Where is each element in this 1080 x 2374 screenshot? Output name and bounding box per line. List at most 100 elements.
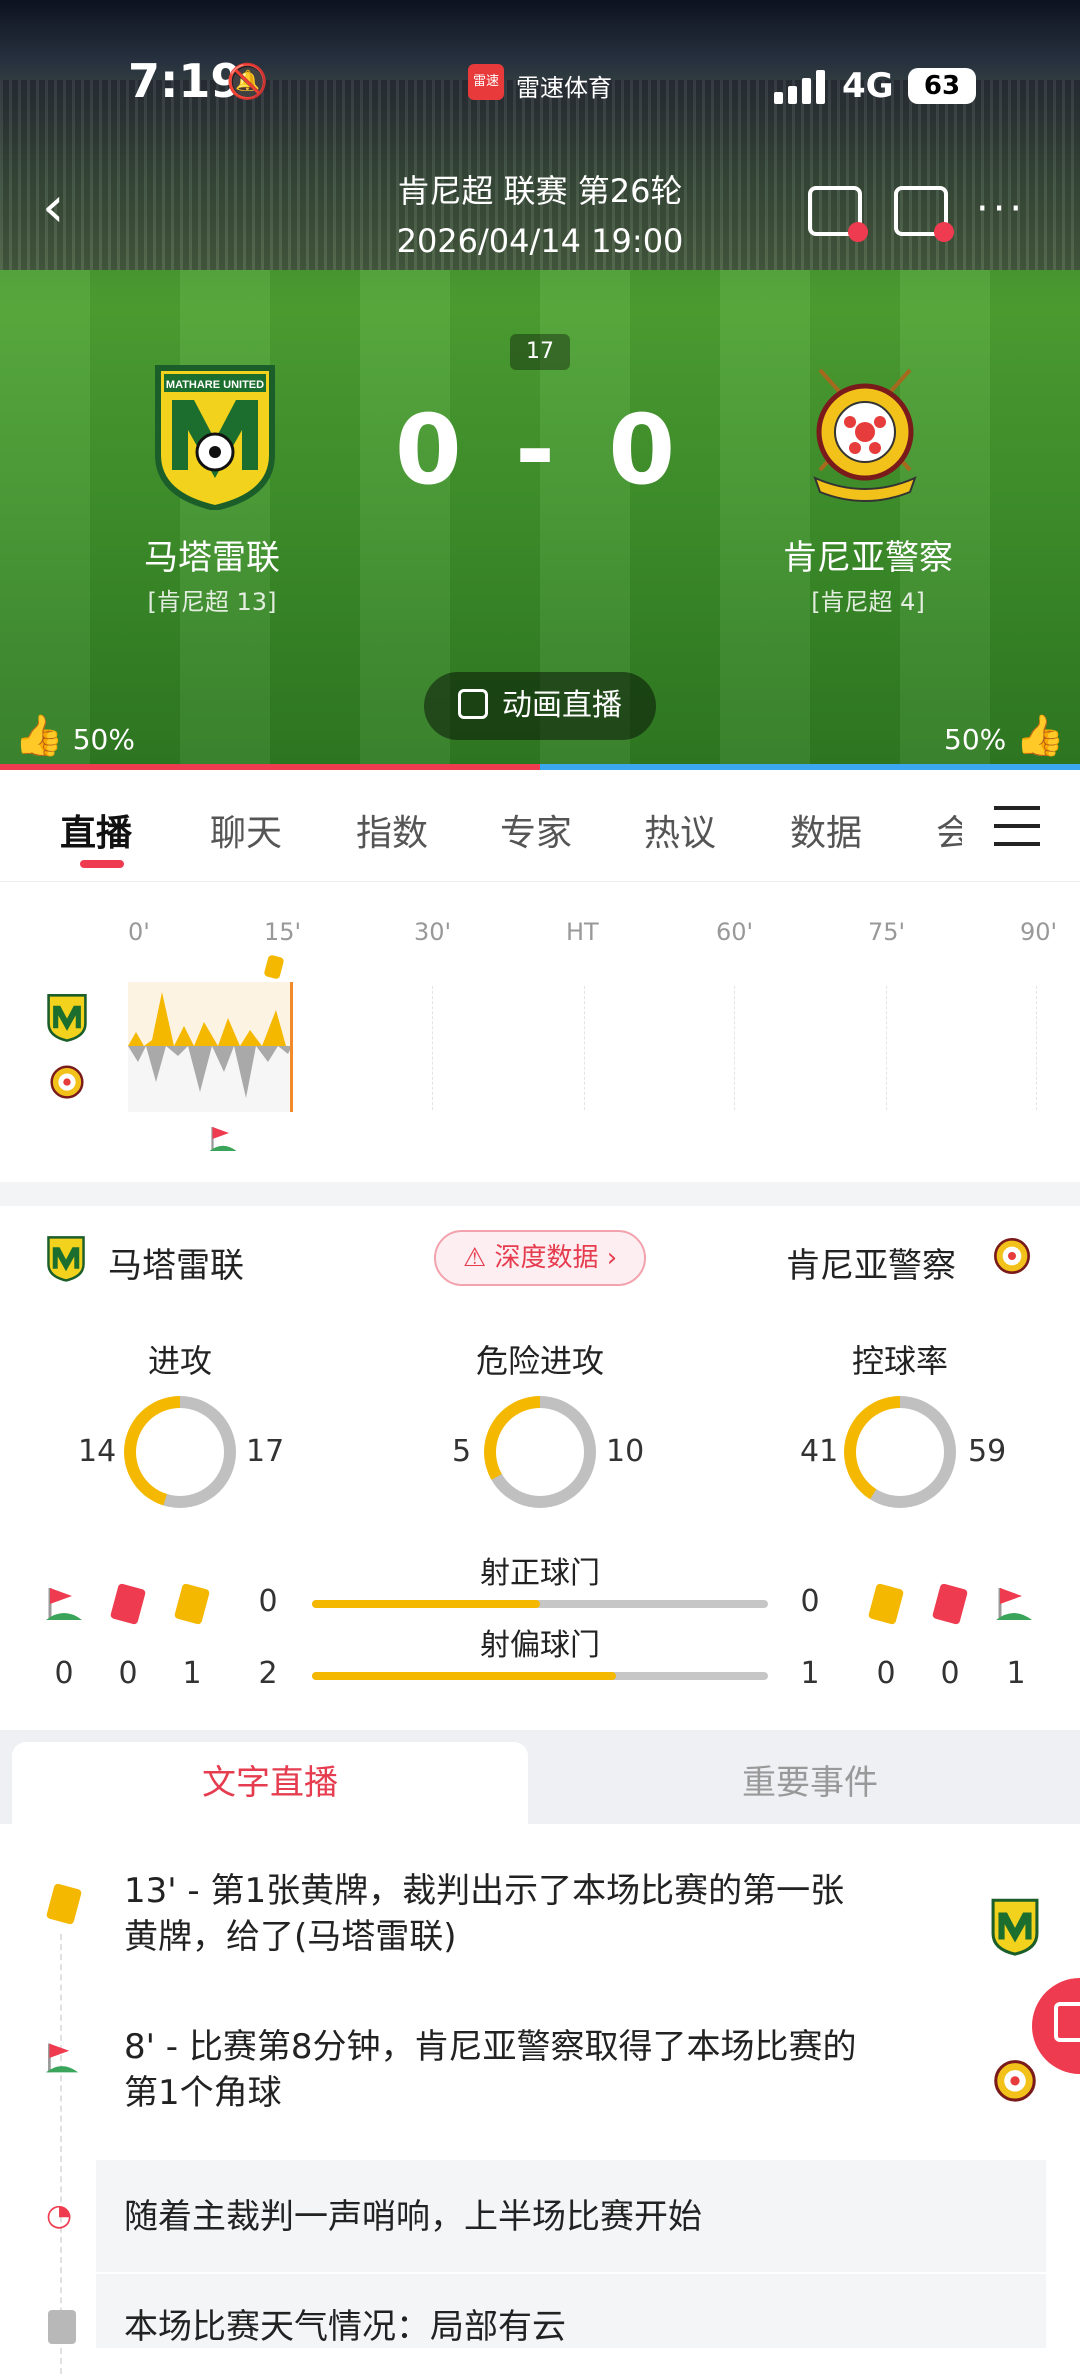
dangerous-attack-away-value: 10 [606, 1434, 645, 1469]
shots-off-target-away: 1 [800, 1656, 820, 1691]
home-team-name[interactable]: 马塔雷联 [62, 530, 362, 579]
live-feed: 13' - 第1张黄牌，裁判出示了本场比赛的第一张 黄牌，给了(马塔雷联) 8'… [0, 1824, 1080, 2374]
away-team-small-logo [50, 1065, 84, 1099]
home-vote-percent: 50% [72, 723, 135, 756]
timeline-gridline [886, 986, 887, 1110]
tab-more-truncated[interactable]: 会 [936, 804, 962, 856]
possession-title: 控球率 [851, 1342, 948, 1380]
away-team-name[interactable]: 肯尼亚警察 [718, 530, 1018, 579]
animation-live-button[interactable]: 动画直播 [424, 672, 656, 740]
away-team-feed-logo [994, 2060, 1036, 2102]
score-separator: - [515, 394, 565, 506]
animation-live-label: 动画直播 [502, 688, 622, 723]
home-team-rank: [肯尼超 13] [147, 588, 277, 616]
home-vote[interactable]: 👍 50% [14, 712, 135, 759]
momentum-chart [128, 982, 293, 1112]
stats-away-team: 肯尼亚警察 [786, 1246, 956, 1286]
shots-on-target-bar [312, 1600, 768, 1608]
feed-item-line: 13' - 第1张黄牌，裁判出示了本场比赛的第一张 [124, 1871, 845, 1911]
home-corners-count: 0 [54, 1656, 74, 1691]
shots-on-target-label: 射正球门 [480, 1556, 600, 1591]
corner-flag-icon [996, 1588, 1032, 1620]
timeline-label: HT [566, 918, 599, 946]
feed-item: 本场比赛天气情况：局部有云 [124, 2307, 566, 2347]
mute-bell-icon: 🔕 [226, 62, 269, 102]
attack-away-value: 17 [246, 1434, 285, 1469]
tab-chat[interactable]: 聊天 [210, 804, 282, 856]
away-yellow-count: 0 [876, 1656, 896, 1691]
whistle-icon: ◔ [46, 2198, 73, 2233]
vote-bar [0, 764, 1080, 770]
timeline-label: 30' [414, 918, 452, 946]
shots-on-target-fill [312, 1600, 540, 1608]
possession-home-value: 41 [800, 1434, 839, 1469]
possession-donut [844, 1396, 956, 1508]
away-vote[interactable]: 50% 👍 [944, 712, 1065, 759]
match-header: 7:19 🔕 雷速 雷速体育 4G 63 ‹ 肯尼超 联赛 第26轮 2026/… [0, 0, 1080, 770]
feed-item-line: 8' - 比赛第8分钟，肯尼亚警察取得了本场比赛的 [124, 2027, 857, 2067]
match-timeline: 0' 15' 30' HT 60' 75' 90' [0, 882, 1080, 1182]
tab-data[interactable]: 数据 [790, 804, 862, 856]
battery-icon: 63 [908, 68, 976, 104]
feed-item-line: 黄牌，给了(马塔雷联) [124, 1917, 457, 1957]
feed-timeline-line [60, 1934, 62, 2374]
menu-icon[interactable] [994, 806, 1040, 846]
chevron-right-icon: › [606, 1243, 618, 1273]
timeline-label: 90' [1020, 918, 1058, 946]
shots-on-target-home: 0 [258, 1584, 278, 1619]
away-score: 0 [608, 394, 686, 506]
feed-item: 8' - 比赛第8分钟，肯尼亚警察取得了本场比赛的 第1个角球 [124, 2024, 857, 2116]
more-icon[interactable]: ··· [976, 186, 1026, 232]
away-vote-percent: 50% [944, 723, 1007, 756]
attack-title: 进攻 [147, 1342, 212, 1380]
thumbs-up-icon: 👍 [1015, 713, 1065, 759]
section-divider [0, 1182, 1080, 1206]
app-logo-icon: 雷速 [468, 64, 504, 100]
feed-item-line: 第1个角球 [124, 2073, 282, 2113]
signal-icon [774, 70, 826, 104]
timeline-gridline [432, 986, 433, 1110]
timeline-label: 0' [128, 918, 150, 946]
possession-away-value: 59 [968, 1434, 1007, 1469]
home-red-count: 0 [118, 1656, 138, 1691]
home-team-feed-logo [991, 1898, 1039, 1956]
away-team-stats-logo [994, 1238, 1030, 1274]
shots-off-target-home: 2 [258, 1656, 278, 1691]
tab-text-live[interactable]: 文字直播 [12, 1742, 528, 1824]
app-name: 雷速体育 [516, 74, 612, 102]
svg-text:MATHARE UNITED: MATHARE UNITED [166, 379, 264, 391]
tab-live[interactable]: 直播 [60, 804, 132, 856]
away-team-rank: [肯尼超 4] [811, 588, 925, 616]
shots-off-target-label: 射偏球门 [480, 1628, 600, 1663]
yellow-card-event-icon[interactable] [263, 954, 285, 980]
corner-flag-icon [45, 2043, 79, 2073]
dangerous-attack-title: 危险进攻 [475, 1342, 604, 1380]
main-tabs: 直播 聊天 指数 专家 热议 数据 会 [0, 774, 1080, 882]
tab-odds[interactable]: 指数 [356, 804, 428, 856]
vote-bar-home [0, 764, 540, 770]
record-screen-icon[interactable] [894, 186, 954, 242]
deep-data-label: 深度数据 [494, 1243, 599, 1273]
note-icon [48, 2310, 76, 2344]
animation-icon [458, 689, 488, 719]
home-yellow-count: 1 [182, 1656, 202, 1691]
timeline-label: 15' [264, 918, 302, 946]
attack-donut [124, 1396, 236, 1508]
yellow-card-icon [45, 1882, 83, 1926]
shots-off-target-fill [312, 1672, 617, 1680]
timeline-gridline [734, 986, 735, 1110]
tab-key-events[interactable]: 重要事件 [540, 1742, 1080, 1824]
away-corners-count: 1 [1006, 1656, 1026, 1691]
match-stats: 马塔雷联 ⚠ 深度数据 › 肯尼亚警察 进攻 14 17 危险进攻 5 10 控… [0, 1206, 1080, 1730]
stats-home-team: 马塔雷联 [108, 1246, 244, 1286]
pip-screen-icon[interactable] [808, 186, 868, 242]
shots-on-target-away: 0 [800, 1584, 820, 1619]
tab-experts[interactable]: 专家 [500, 804, 572, 856]
timeline-gridline [584, 986, 585, 1110]
match-score: 0 - 0 [0, 394, 1080, 506]
corner-flag-icon [46, 1588, 82, 1620]
deep-data-button[interactable]: ⚠ 深度数据 › [434, 1230, 646, 1286]
corner-flag-event-icon[interactable] [208, 1124, 238, 1154]
attack-home-value: 14 [78, 1434, 117, 1469]
tab-discussion[interactable]: 热议 [644, 804, 716, 856]
